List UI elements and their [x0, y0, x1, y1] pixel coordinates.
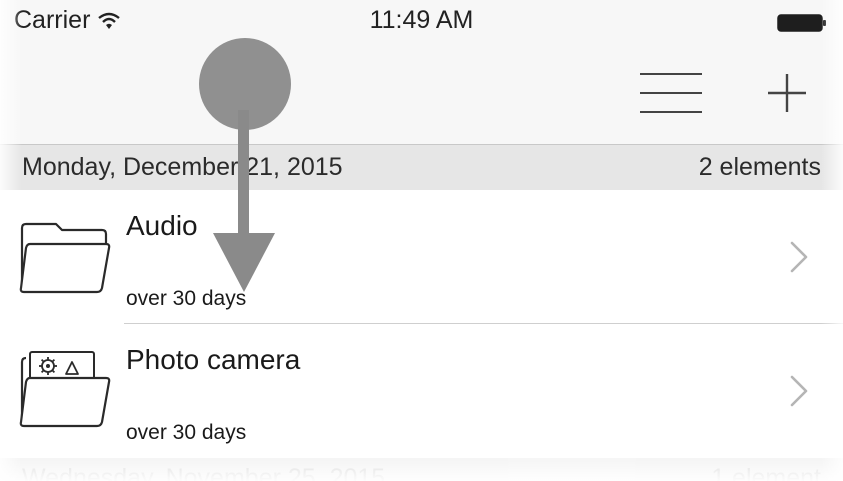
battery-icon: [777, 13, 827, 33]
menu-icon: [640, 73, 702, 113]
photo-folder-icon: [16, 348, 112, 432]
add-icon: [768, 74, 806, 112]
item-title: Photo camera: [126, 344, 301, 375]
status-bar: Carrier 11:49 AM: [0, 0, 843, 46]
status-time: 11:49 AM: [369, 6, 474, 34]
item-subtitle: over 30 days: [126, 287, 247, 310]
navigation-bar: [0, 46, 843, 145]
item-subtitle: over 30 days: [126, 421, 247, 444]
section-header: Monday, December 21, 2015 2 elements: [0, 145, 843, 190]
item-title: Audio: [126, 210, 198, 241]
screen: Carrier 11:49 AM Monday, December 21, 20…: [0, 0, 843, 481]
chevron-right-icon: [789, 240, 809, 274]
section-count: 1 element: [711, 464, 821, 481]
section-count: 2 elements: [698, 153, 821, 181]
list-item-audio[interactable]: Audio over 30 days: [0, 190, 843, 324]
menu-button[interactable]: [636, 70, 706, 116]
section-header-next: Wednesday, November 25, 2015 1 element: [0, 458, 843, 481]
chevron-right-icon: [789, 374, 809, 408]
section-date: Wednesday, November 25, 2015: [22, 464, 386, 481]
add-button[interactable]: [762, 68, 812, 118]
list-item-photo-camera[interactable]: Photo camera over 30 days: [0, 324, 843, 458]
section-date: Monday, December 21, 2015: [22, 153, 343, 181]
folder-icon: [16, 214, 112, 298]
